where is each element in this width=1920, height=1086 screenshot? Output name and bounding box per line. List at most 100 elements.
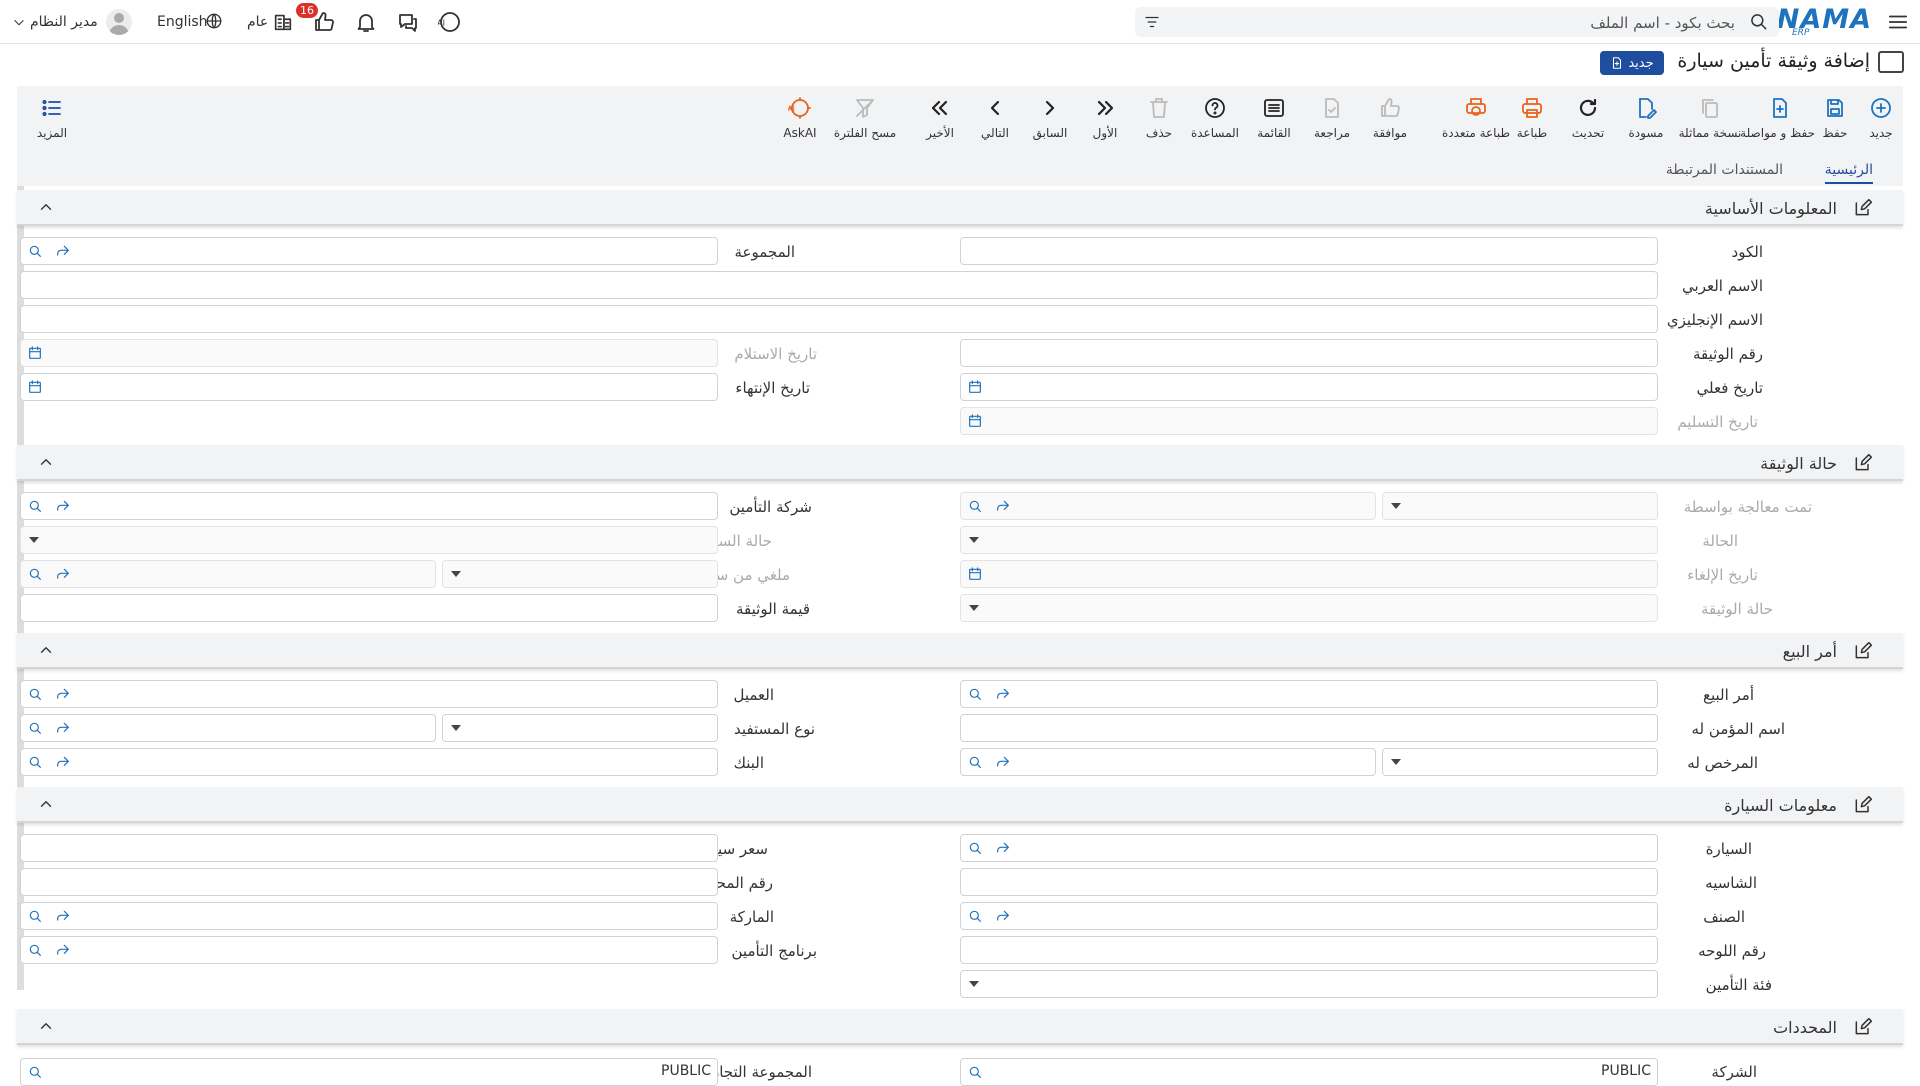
cancelled-from-doc-field[interactable] xyxy=(20,560,436,588)
save-continue-button[interactable]: حفظ و مواصلة xyxy=(1740,96,1815,140)
car-price-field[interactable] xyxy=(20,834,718,862)
doc-state-select[interactable] xyxy=(960,594,1658,622)
share-arrow-icon[interactable] xyxy=(55,498,71,514)
section-sales-order[interactable]: أمر البيع xyxy=(17,633,1903,669)
bank-field[interactable] xyxy=(20,748,718,776)
share-arrow-icon[interactable] xyxy=(55,720,71,736)
share-arrow-icon[interactable] xyxy=(995,754,1011,770)
search-refresh-icon[interactable] xyxy=(967,1064,983,1080)
doc-number-field[interactable] xyxy=(960,339,1658,367)
more-button[interactable]: المزيد xyxy=(17,96,87,140)
chevron-up-icon[interactable] xyxy=(37,795,55,813)
duplicate-button[interactable]: نسخة مماثلة xyxy=(1675,96,1745,140)
calendar-icon[interactable] xyxy=(967,379,983,395)
askai-button[interactable]: AI AskAI xyxy=(765,96,835,140)
filter-icon[interactable] xyxy=(1143,13,1161,31)
section-determinants[interactable]: المحددات xyxy=(17,1009,1903,1045)
search-refresh-icon[interactable] xyxy=(27,754,43,770)
search-refresh-icon[interactable] xyxy=(27,498,43,514)
multi-print-button[interactable]: طباعة متعددة xyxy=(1441,96,1511,140)
section-document-status[interactable]: حالة الوثيقة xyxy=(17,445,1903,481)
share-arrow-icon[interactable] xyxy=(995,498,1011,514)
licensee-type-select[interactable] xyxy=(1382,748,1658,776)
search-refresh-icon[interactable] xyxy=(967,840,983,856)
section-basic-info[interactable]: المعلومات الأساسية xyxy=(17,190,1903,226)
licensee-field[interactable] xyxy=(960,748,1376,776)
sales-order-field[interactable] xyxy=(960,680,1658,708)
search-refresh-icon[interactable] xyxy=(27,942,43,958)
share-arrow-icon[interactable] xyxy=(995,908,1011,924)
chevron-up-icon[interactable] xyxy=(37,453,55,471)
processed-by-field[interactable] xyxy=(960,492,1376,520)
search-refresh-icon[interactable] xyxy=(967,754,983,770)
receipt-date-field[interactable] xyxy=(20,339,718,367)
avatar[interactable] xyxy=(106,9,132,35)
beneficiary-type-select[interactable] xyxy=(442,714,718,742)
business-group-field[interactable]: PUBLIC xyxy=(20,1058,718,1086)
cancel-date-field[interactable] xyxy=(960,560,1658,588)
code-field[interactable] xyxy=(960,237,1658,265)
clear-filter-button[interactable]: مسح الفلترة xyxy=(830,96,900,140)
engine-number-field[interactable] xyxy=(20,868,718,896)
search-refresh-icon[interactable] xyxy=(967,498,983,514)
bell-icon[interactable] xyxy=(354,10,378,34)
tab-related-documents[interactable]: المستندات المرتبطة xyxy=(1666,162,1783,178)
payment-status-select[interactable] xyxy=(20,526,718,554)
building-icon[interactable] xyxy=(272,11,294,33)
end-date-field[interactable] xyxy=(20,373,718,401)
share-arrow-icon[interactable] xyxy=(55,942,71,958)
beneficiary-field[interactable] xyxy=(20,714,436,742)
share-arrow-icon[interactable] xyxy=(995,686,1011,702)
chevron-down-icon[interactable] xyxy=(12,16,26,30)
chevron-up-icon[interactable] xyxy=(37,641,55,659)
section-car-info[interactable]: معلومات السيارة xyxy=(17,787,1903,823)
share-arrow-icon[interactable] xyxy=(55,566,71,582)
insurance-category-select[interactable] xyxy=(960,970,1658,998)
search-refresh-icon[interactable] xyxy=(27,243,43,259)
search-refresh-icon[interactable] xyxy=(27,686,43,702)
group-field[interactable] xyxy=(20,237,718,265)
calendar-icon[interactable] xyxy=(967,566,983,582)
ai-chat-icon[interactable]: AI xyxy=(438,10,462,34)
chevron-up-icon[interactable] xyxy=(37,1017,55,1035)
search-input[interactable]: بحث بكود - اسم الملف xyxy=(1590,14,1735,32)
share-arrow-icon[interactable] xyxy=(55,243,71,259)
share-arrow-icon[interactable] xyxy=(55,754,71,770)
calendar-icon[interactable] xyxy=(967,413,983,429)
calendar-icon[interactable] xyxy=(27,379,43,395)
status-select[interactable] xyxy=(960,526,1658,554)
branch-label[interactable]: عام xyxy=(247,14,268,30)
messages-icon[interactable] xyxy=(396,10,420,34)
processed-by-type-select[interactable] xyxy=(1382,492,1658,520)
calendar-icon[interactable] xyxy=(27,345,43,361)
search-refresh-icon[interactable] xyxy=(27,1064,43,1080)
actual-date-field[interactable] xyxy=(960,373,1658,401)
search-refresh-icon[interactable] xyxy=(967,686,983,702)
car-field[interactable] xyxy=(960,834,1658,862)
doc-value-field[interactable] xyxy=(20,594,718,622)
search-refresh-icon[interactable] xyxy=(27,566,43,582)
insurance-company-field[interactable] xyxy=(20,492,718,520)
search-bar[interactable]: بحث بكود - اسم الملف xyxy=(1135,7,1779,37)
last-button[interactable]: الأخير xyxy=(905,96,975,140)
arabic-name-field[interactable] xyxy=(20,271,1658,299)
chevron-up-icon[interactable] xyxy=(37,198,55,216)
plate-number-field[interactable] xyxy=(960,936,1658,964)
insurance-program-field[interactable] xyxy=(20,936,718,964)
insured-name-field[interactable] xyxy=(960,714,1658,742)
user-name[interactable]: مدير النظام xyxy=(30,14,98,30)
brand-logo[interactable]: NAMA ERP xyxy=(1777,4,1872,38)
share-arrow-icon[interactable] xyxy=(55,908,71,924)
globe-icon[interactable] xyxy=(205,12,223,30)
window-toggle-icon[interactable] xyxy=(1878,51,1904,73)
customer-field[interactable] xyxy=(20,680,718,708)
brand-field[interactable] xyxy=(20,902,718,930)
english-name-field[interactable] xyxy=(20,305,1658,333)
share-arrow-icon[interactable] xyxy=(55,686,71,702)
chassis-field[interactable] xyxy=(960,868,1658,896)
hamburger-menu-icon[interactable] xyxy=(1886,10,1910,34)
search-refresh-icon[interactable] xyxy=(27,720,43,736)
search-refresh-icon[interactable] xyxy=(27,908,43,924)
tab-main[interactable]: الرئيسية xyxy=(1824,162,1873,184)
search-refresh-icon[interactable] xyxy=(967,908,983,924)
